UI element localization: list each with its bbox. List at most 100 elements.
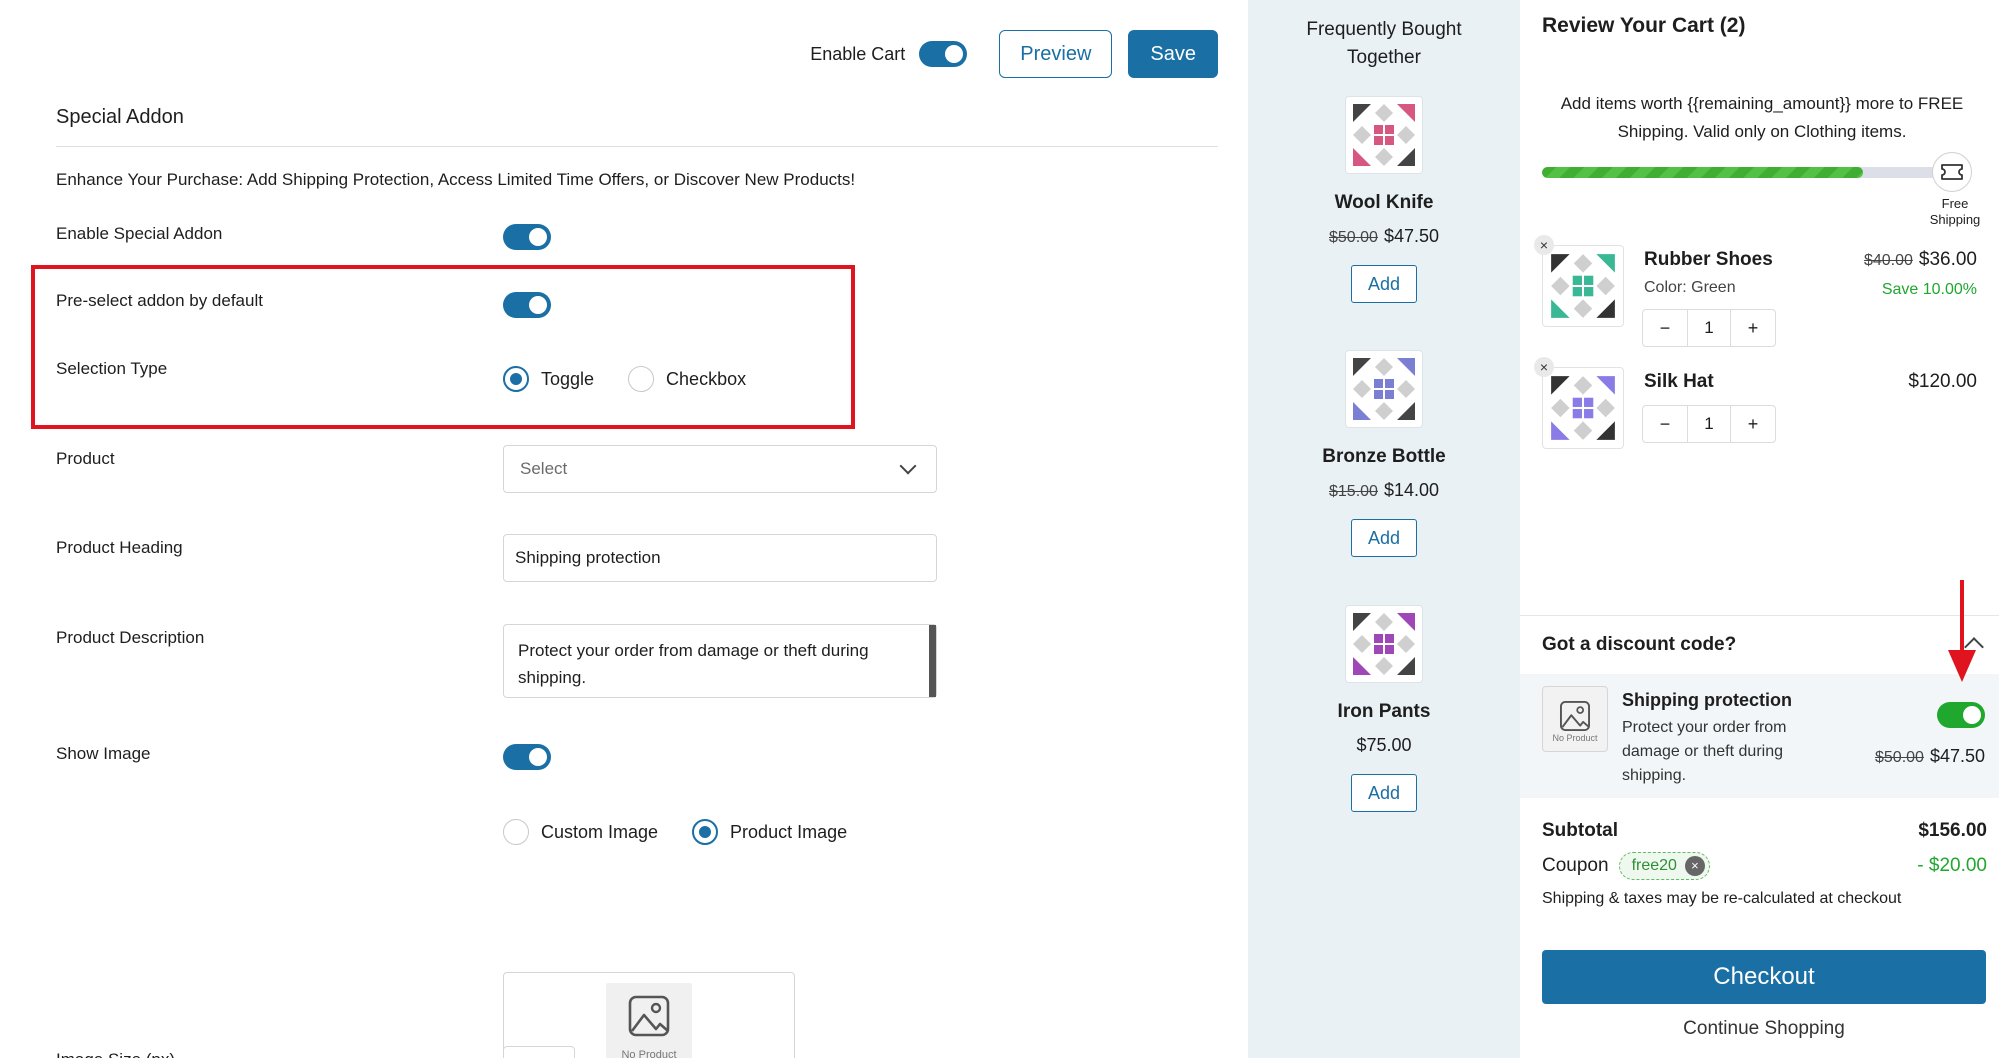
image-size-input[interactable] <box>503 1046 575 1058</box>
checkout-button[interactable]: Checkout <box>1542 950 1986 1004</box>
product-image-option[interactable]: Product Image <box>692 819 847 845</box>
remove-item-icon[interactable]: × <box>1534 357 1554 377</box>
textarea-scrollbar[interactable] <box>929 625 936 697</box>
fbt-add-button[interactable]: Add <box>1351 519 1417 557</box>
fbt-item: Bronze Bottle $15.00 $14.00 Add <box>1248 350 1520 557</box>
coupon-row: Coupon free20 × - $20.00 <box>1542 852 1987 880</box>
image-source-group: Custom Image Product Image <box>503 819 881 845</box>
section-title: Special Addon <box>56 106 184 128</box>
selection-type-toggle-option[interactable]: Toggle <box>503 366 594 392</box>
fbt-item-price: $15.00 $14.00 <box>1248 480 1520 501</box>
qty-plus-button[interactable]: + <box>1731 310 1775 346</box>
discount-divider <box>1520 615 1999 616</box>
product-heading-label: Product Heading <box>56 538 183 557</box>
addon-title: Shipping protection <box>1622 690 1792 710</box>
cart-item: × Silk Hat $120.00 − 1 + <box>1534 357 1987 457</box>
fbt-item-old-price: $50.00 <box>1329 229 1378 246</box>
cart-totals: Subtotal $156.00 Coupon free20 × - $20.0… <box>1542 820 1987 908</box>
free-shipping-label: Free Shipping <box>1920 196 1990 228</box>
selection-type-label: Selection Type <box>56 359 168 378</box>
selection-type-toggle-label: Toggle <box>541 368 595 389</box>
cart-item-sale-price: $36.00 <box>1918 249 1977 270</box>
fbt-item-price: $50.00 $47.50 <box>1248 226 1520 247</box>
custom-image-label: Custom Image <box>541 821 659 842</box>
radio-checked-icon[interactable] <box>503 366 529 392</box>
cart-item-name: Silk Hat <box>1644 371 1714 392</box>
fbt-add-button[interactable]: Add <box>1351 774 1417 812</box>
show-image-toggle[interactable] <box>503 744 551 770</box>
fbt-item-name: Iron Pants <box>1337 701 1431 722</box>
shipping-note: Shipping & taxes may be re-calculated at… <box>1542 890 1902 907</box>
addon-thumb-caption: No Product <box>1552 733 1598 743</box>
save-button[interactable]: Save <box>1128 30 1218 78</box>
quilt-pattern-icon <box>1353 613 1415 675</box>
remove-item-icon[interactable]: × <box>1534 235 1554 255</box>
fbt-title-line-1: Frequently Bought <box>1306 19 1462 40</box>
quilt-pattern-icon <box>1353 104 1415 166</box>
qty-minus-button[interactable]: − <box>1643 310 1687 346</box>
remove-coupon-icon[interactable]: × <box>1684 856 1705 876</box>
no-product-caption: No Product <box>621 1049 677 1058</box>
section-divider <box>56 146 1218 147</box>
enable-special-addon-toggle[interactable] <box>503 224 551 250</box>
product-thumbnail[interactable] <box>1542 245 1624 327</box>
special-addon: No Product Shipping protection Protect y… <box>1520 674 1999 798</box>
radio-checked-icon[interactable] <box>692 819 719 845</box>
image-placeholder-icon <box>628 995 670 1037</box>
coupon-code: free20 <box>1631 857 1677 874</box>
addon-description: Protect your order from damage or theft … <box>1622 719 1787 784</box>
fbt-item-name: Wool Knife <box>1334 192 1434 213</box>
radio-unchecked-icon[interactable] <box>503 819 529 845</box>
no-product-placeholder: No Product <box>606 983 692 1058</box>
enable-cart-toggle[interactable] <box>919 41 968 67</box>
selection-type-checkbox-option[interactable]: Checkbox <box>628 366 746 392</box>
addon-thumbnail: No Product <box>1542 686 1608 752</box>
quantity-stepper: − 1 + <box>1642 309 1776 347</box>
product-description-label: Product Description <box>56 628 205 647</box>
fbt-item-sale-price: $75.00 <box>1356 735 1412 755</box>
fbt-item-name: Bronze Bottle <box>1322 446 1446 467</box>
custom-image-option[interactable]: Custom Image <box>503 819 658 845</box>
subtotal-value: $156.00 <box>1918 820 1987 841</box>
addon-old-price: $50.00 <box>1875 749 1924 766</box>
product-heading-input[interactable]: Shipping protection <box>503 534 937 582</box>
product-select[interactable]: Select <box>503 445 937 493</box>
product-thumbnail[interactable] <box>1542 367 1624 449</box>
cart-item-variant: Color: Green <box>1644 279 1736 296</box>
coupon-value: - $20.00 <box>1917 855 1987 876</box>
discount-code-toggle[interactable]: Got a discount code? <box>1542 634 1736 656</box>
subtotal-row: Subtotal $156.00 <box>1542 820 1987 842</box>
preview-button[interactable]: Preview <box>999 30 1113 78</box>
qty-value[interactable]: 1 <box>1687 310 1731 346</box>
free-shipping-progress <box>1542 167 1954 178</box>
progress-fill <box>1542 167 1864 178</box>
fbt-item: Iron Pants $75.00 Add <box>1248 605 1520 812</box>
product-thumbnail[interactable] <box>1345 96 1423 174</box>
fbt-item-price: $75.00 <box>1248 735 1520 756</box>
fbt-item-sale-price: $14.00 <box>1383 480 1439 500</box>
radio-unchecked-icon[interactable] <box>628 366 655 392</box>
quilt-pattern-icon <box>1551 254 1615 318</box>
fbt-add-button[interactable]: Add <box>1351 265 1417 303</box>
cart-item-price: $120.00 <box>1908 371 1977 392</box>
qty-minus-button[interactable]: − <box>1643 406 1687 442</box>
coupon-tag: free20 × <box>1618 852 1710 880</box>
quilt-pattern-icon <box>1353 358 1415 420</box>
cart-item-name: Rubber Shoes <box>1644 249 1773 270</box>
product-select-value: Select <box>520 459 568 478</box>
product-thumbnail[interactable] <box>1345 350 1423 428</box>
product-thumbnail[interactable] <box>1345 605 1423 683</box>
preselect-addon-toggle[interactable] <box>503 292 551 318</box>
fbt-title-line-2: Together <box>1347 47 1421 68</box>
quantity-stepper: − 1 + <box>1642 405 1776 443</box>
qty-plus-button[interactable]: + <box>1731 406 1775 442</box>
continue-shopping-link[interactable]: Continue Shopping <box>1542 1018 1986 1040</box>
product-description-textarea[interactable]: Protect your order from damage or theft … <box>503 624 937 698</box>
free-shipping-label-line-2: Shipping <box>1929 212 1981 227</box>
addon-toggle[interactable] <box>1937 702 1985 728</box>
preselect-addon-label: Pre-select addon by default <box>56 291 263 310</box>
fbt-item: Wool Knife $50.00 $47.50 Add <box>1248 96 1520 303</box>
qty-value[interactable]: 1 <box>1687 406 1731 442</box>
image-placeholder-icon <box>1559 700 1591 732</box>
subtotal-label: Subtotal <box>1542 820 1618 841</box>
